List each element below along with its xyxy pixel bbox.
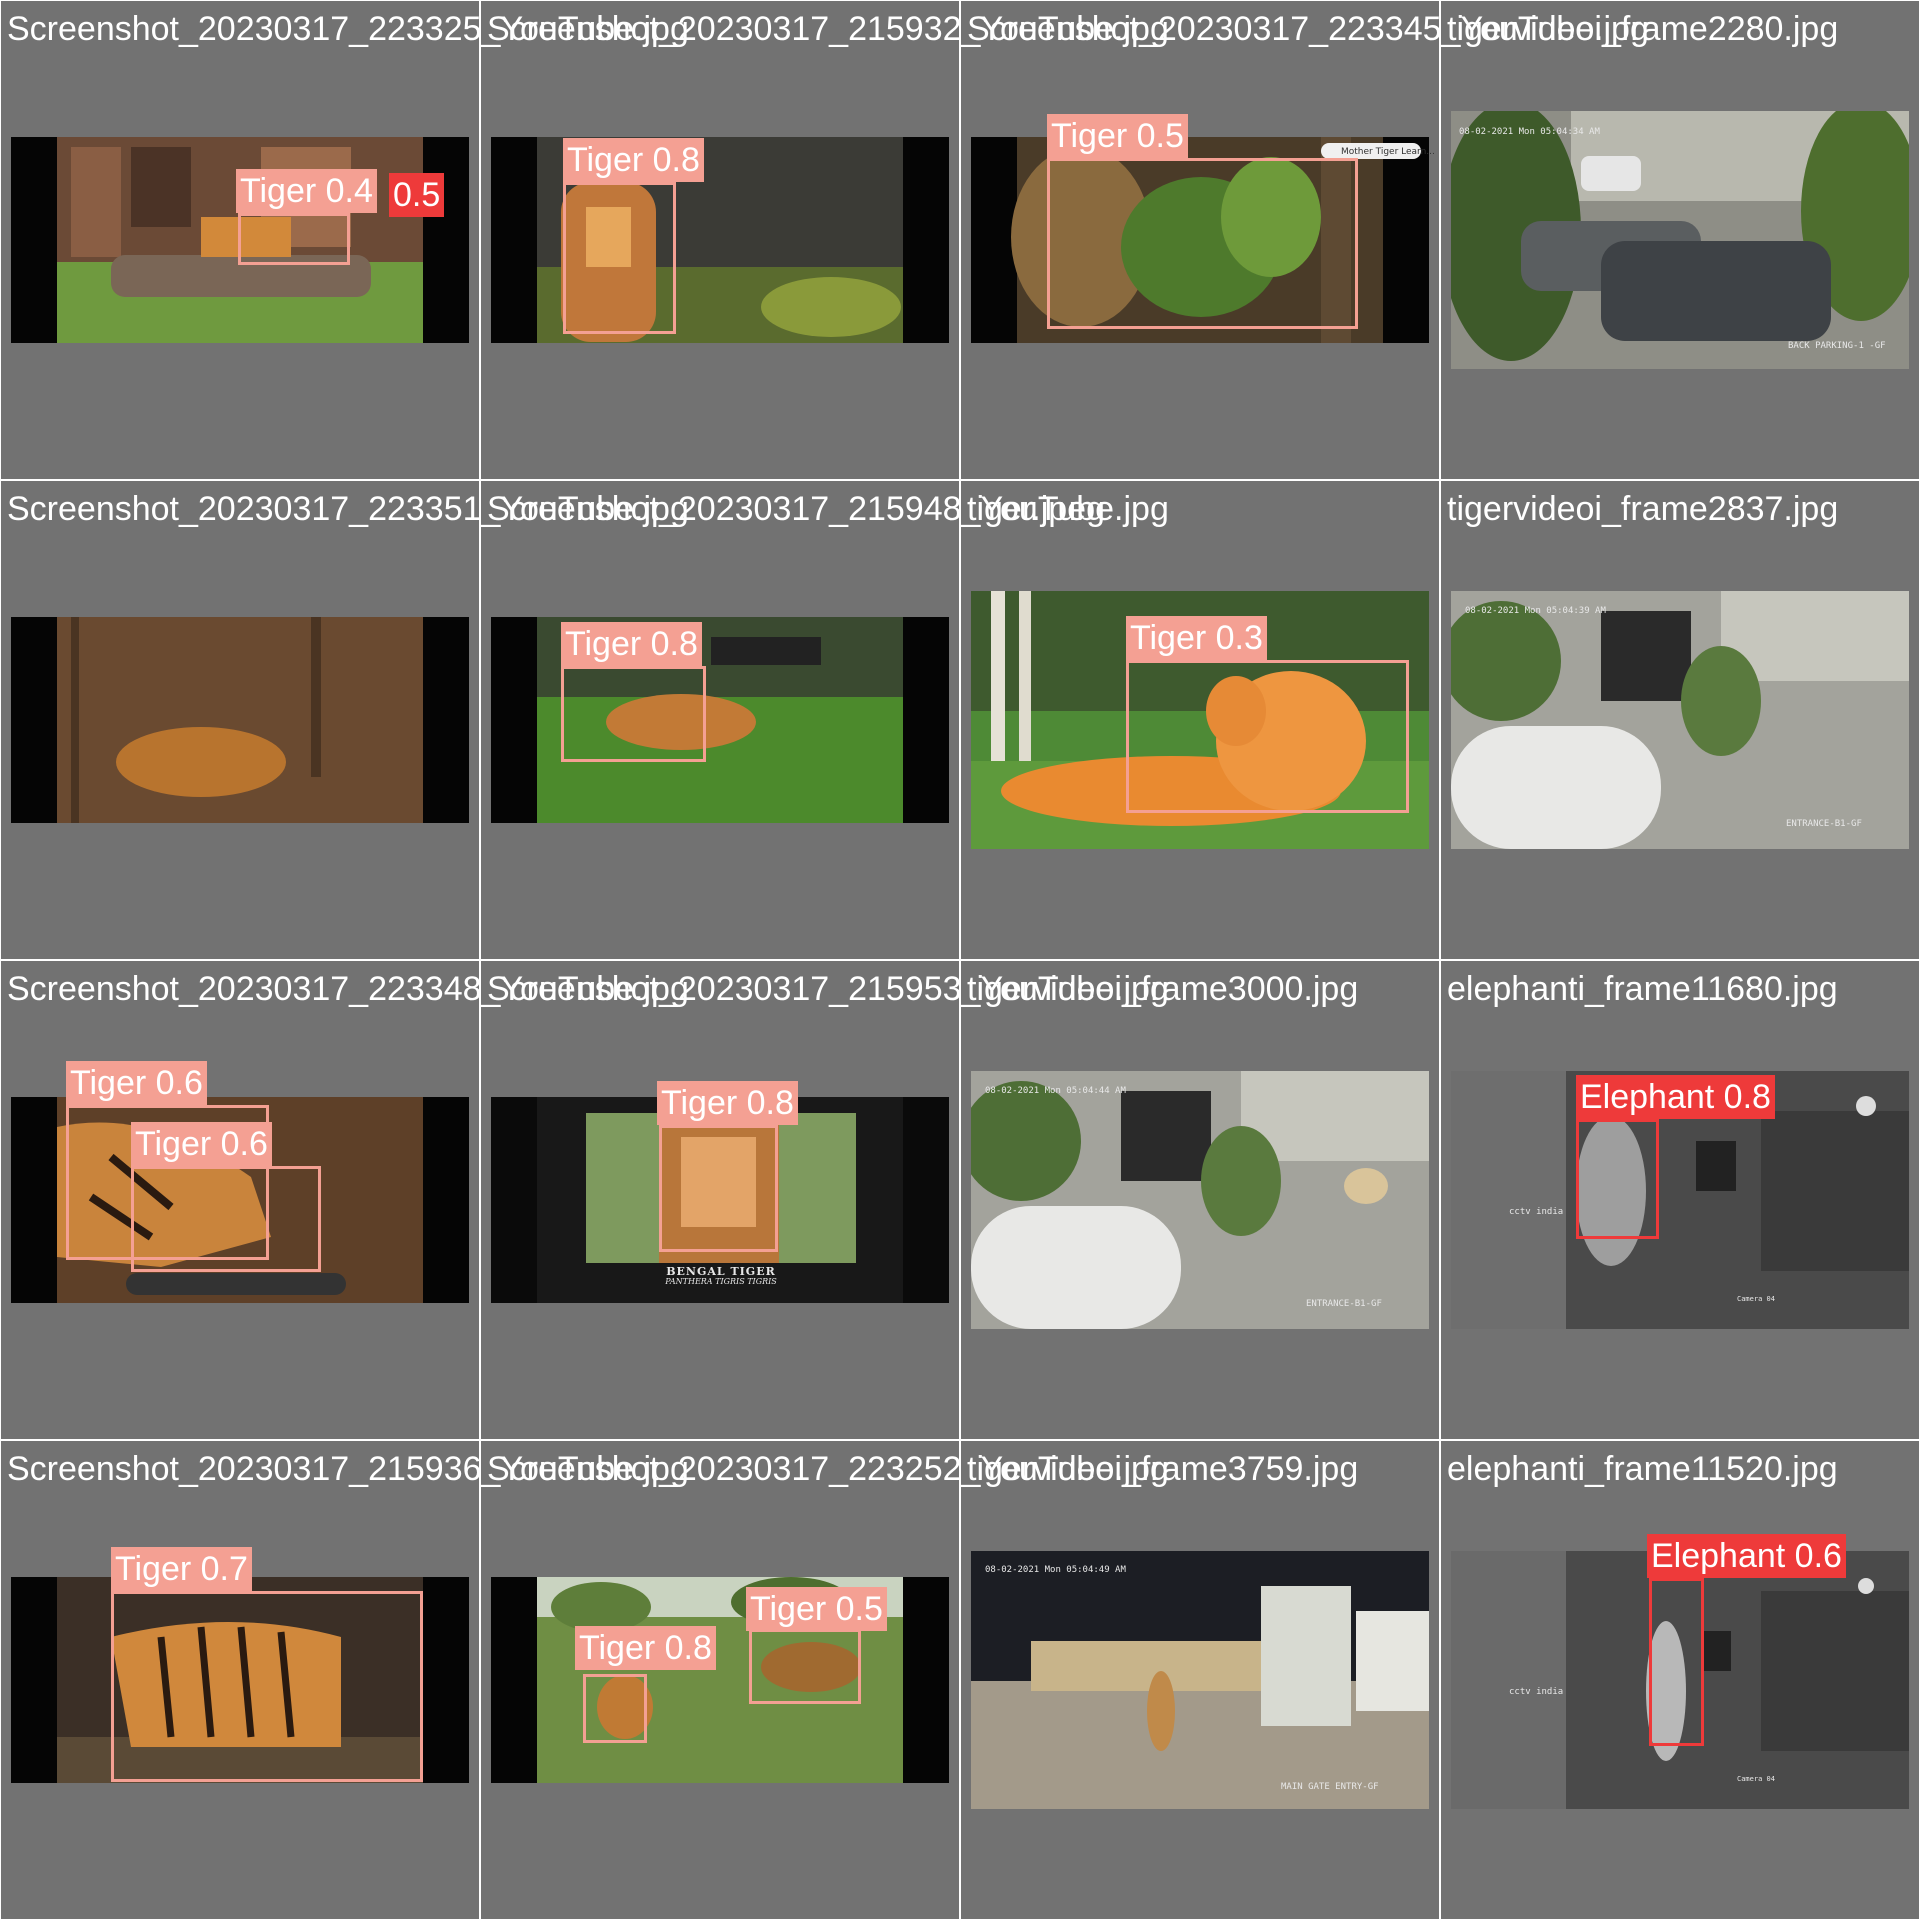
camera-name: ENTRANCE-B1-GF <box>1786 819 1862 829</box>
detection-label: Tiger 0.4 <box>236 169 377 213</box>
detection-box <box>238 213 350 265</box>
detection-label: Tiger 0.8 <box>575 1626 716 1670</box>
tile-title: elephanti_frame11680.jpg <box>1447 970 1838 1008</box>
tile-10: BENGAL TIGER PANTHERA TIGRIS TIGRIS Tige… <box>481 961 1169 1439</box>
detection-label: Tiger 0.8 <box>657 1081 798 1125</box>
detection-label: Tiger 0.6 <box>66 1061 207 1105</box>
camera-name: MAIN GATE ENTRY-GF <box>1281 1782 1379 1792</box>
tile-8: 08-02-2021 Mon 05:04:39 AM ENTRANCE-B1-G… <box>1441 481 1919 959</box>
tile-title: tigervideoi_frame3000.jpg <box>967 970 1359 1008</box>
detection-box <box>1126 660 1409 813</box>
detection-label: Elephant 0.8 <box>1576 1075 1775 1119</box>
tile-7: Tiger 0.3 tiger.jpeg <box>961 481 1439 959</box>
camera-timestamp: 08-02-2021 Mon 05:04:44 AM <box>985 1086 1126 1096</box>
tile-image <box>491 137 949 343</box>
detection-box <box>659 1125 778 1252</box>
tile-12: cctv india Camera 04 Elephant 0.8 elepha… <box>1441 961 1919 1439</box>
detection-box <box>583 1674 647 1743</box>
detection-label: Elephant 0.6 <box>1647 1534 1846 1578</box>
tile-1: Tiger 0.4 0.5 Screenshot_20230317_223325… <box>1 1 689 479</box>
detection-box <box>1047 158 1358 329</box>
overlay-text: cctv india <box>1509 1687 1564 1697</box>
tile-image <box>1451 111 1909 369</box>
detection-box <box>346 213 350 217</box>
tile-title: tigervideoi_frame2280.jpg <box>1447 10 1839 48</box>
tile-14: Tiger 0.8 Tiger 0.5 Screenshot_20230317_… <box>481 1441 1169 1919</box>
detection-box <box>749 1629 861 1704</box>
tile-5: Tiger 0.6 Screenshot_20230317_223351_You… <box>1 481 689 1272</box>
camera-name: BACK PARKING-1 -GF <box>1788 341 1886 351</box>
detection-label: Tiger 0.3 <box>1126 616 1267 660</box>
detection-label: Tiger 0.6 <box>131 1122 272 1166</box>
detection-box <box>563 182 676 334</box>
detection-label: 0.5 <box>389 173 445 217</box>
detection-box <box>1649 1578 1704 1746</box>
tile-16: cctv india Camera 04 Elephant 0.6 elepha… <box>1441 1441 1919 1919</box>
tile-4: 08-02-2021 Mon 05:04:34 AM BACK PARKING-… <box>1441 1 1919 479</box>
camera-timestamp: 08-02-2021 Mon 05:04:34 AM <box>1459 127 1600 137</box>
overlay-text: cctv india <box>1509 1207 1564 1217</box>
detection-box <box>561 666 706 762</box>
camera-name: Camera 04 <box>1737 1295 1775 1303</box>
tile-2: Tiger 0.8 Screenshot_20230317_215932_You… <box>481 1 1169 479</box>
tile-13: Tiger 0.7 Screenshot_20230317_215936_You… <box>1 1441 689 1919</box>
detection-label: Tiger 0.8 <box>561 622 702 666</box>
tile-9: Tiger 0.6 Screenshot_20230317_223348_You… <box>1 961 689 1439</box>
detection-label: Tiger 0.5 <box>746 1587 887 1631</box>
detection-box <box>111 1591 423 1782</box>
camera-name: ENTRANCE-B1-GF <box>1306 1299 1382 1309</box>
camera-name: Camera 04 <box>1737 1775 1775 1783</box>
species-latin: PANTHERA TIGRIS TIGRIS <box>665 1277 777 1286</box>
camera-timestamp: 08-02-2021 Mon 05:04:49 AM <box>985 1565 1126 1575</box>
tile-image <box>491 617 949 823</box>
detection-box <box>1576 1119 1659 1239</box>
video-overlay-title: Mother Tiger Learn... <box>1341 147 1435 157</box>
detection-label: Tiger 0.5 <box>1047 114 1188 158</box>
detection-label: Tiger 0.8 <box>563 138 704 182</box>
tile-6: Tiger 0.8 Screenshot_20230317_215948_You… <box>481 481 1169 959</box>
tile-title: tigervideoi_frame3759.jpg <box>967 1450 1359 1488</box>
tile-image <box>1451 591 1909 849</box>
tile-image <box>971 1071 1429 1329</box>
tile-title: tiger.jpeg <box>967 490 1105 528</box>
tile-15: 08-02-2021 Mon 05:04:49 AM MAIN GATE ENT… <box>961 1441 1439 1919</box>
tile-3: Mother Tiger Learn... Tiger 0.5 Screensh… <box>961 1 1649 479</box>
mosaic-grid: Tiger 0.4 0.5 Screenshot_20230317_223325… <box>0 0 1920 1920</box>
tile-11: 08-02-2021 Mon 05:04:44 AM ENTRANCE-B1-G… <box>961 961 1439 1439</box>
tile-title: tigervideoi_frame2837.jpg <box>1447 490 1839 528</box>
detection-label: Tiger 0.7 <box>111 1547 252 1591</box>
tile-image <box>971 1551 1429 1809</box>
tile-title: elephanti_frame11520.jpg <box>1447 1450 1838 1488</box>
camera-timestamp: 08-02-2021 Mon 05:04:39 AM <box>1465 606 1606 616</box>
tile-image <box>11 617 469 823</box>
